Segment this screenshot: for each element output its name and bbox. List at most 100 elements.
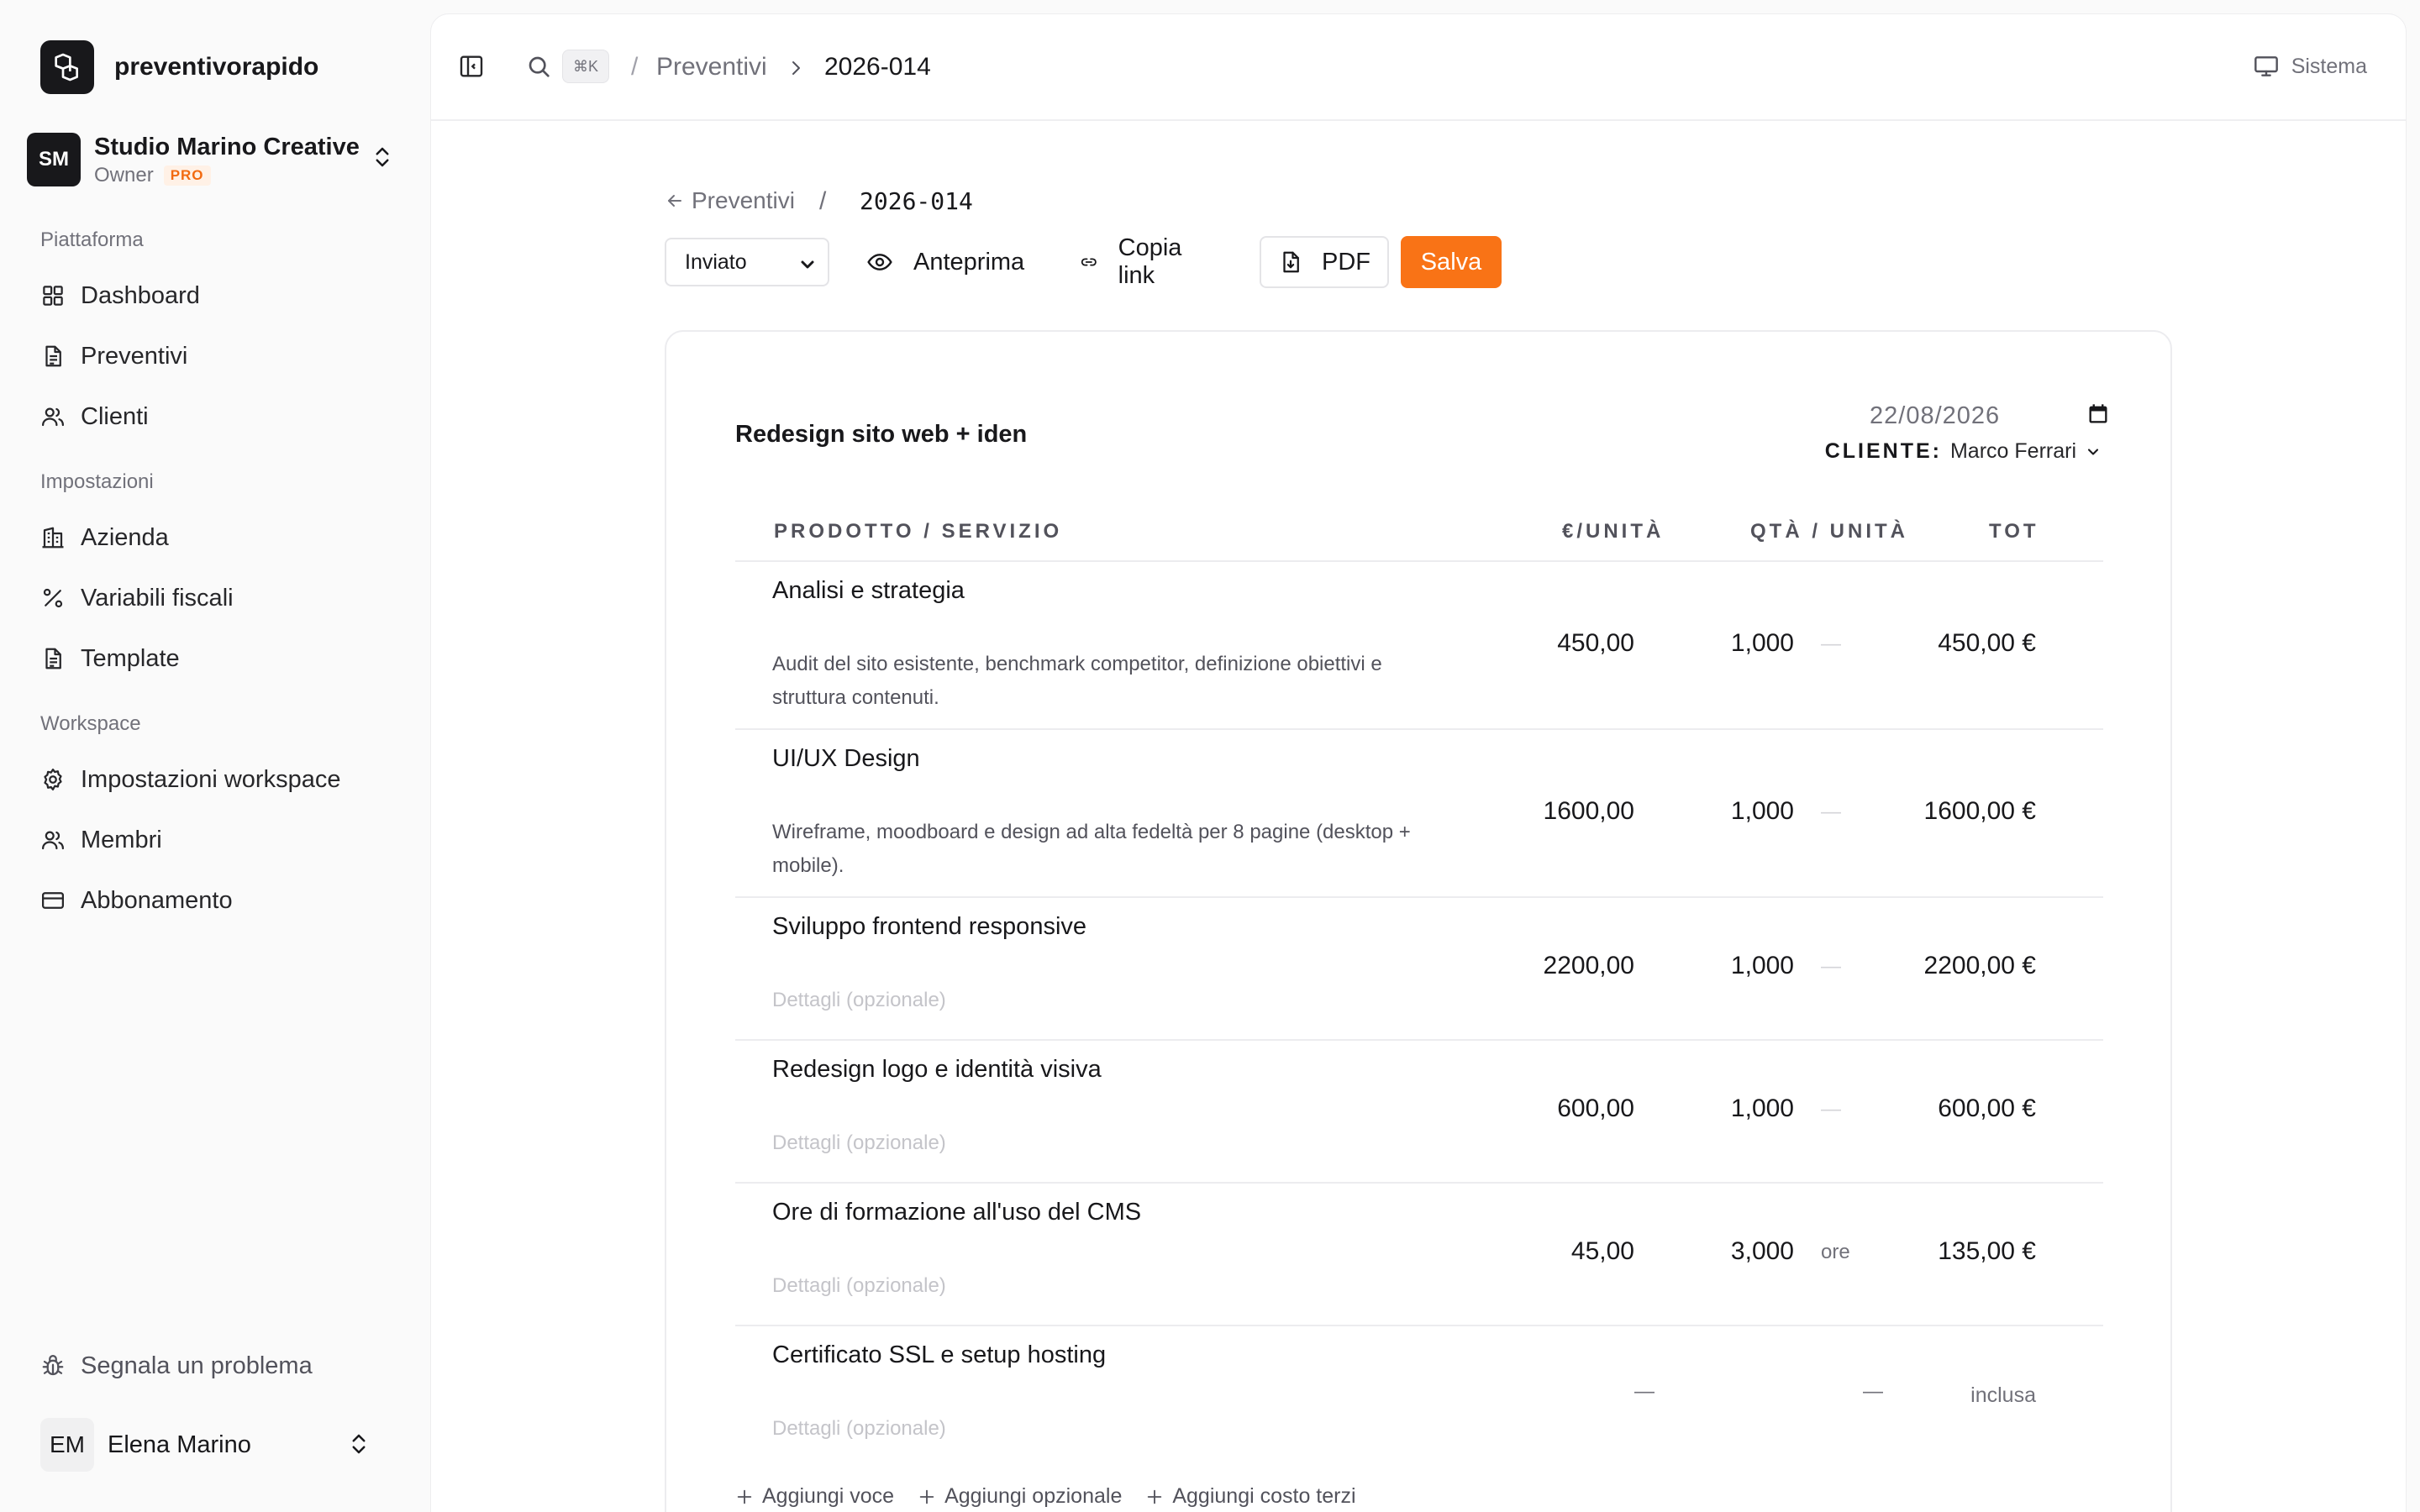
- users-icon: [42, 407, 64, 427]
- item-unit-input[interactable]: —: [1821, 801, 1841, 824]
- user-avatar: EM: [40, 1418, 94, 1472]
- sidebar-toggle-icon[interactable]: [458, 53, 485, 80]
- column-header-total: TOT: [1989, 520, 2039, 543]
- search-shortcut: ⌘K: [562, 50, 610, 83]
- table-row: Analisi e strategia Audit del sito esist…: [735, 562, 2103, 730]
- sidebar-item-label: Dashboard: [81, 281, 200, 309]
- sidebar-item-membri[interactable]: Membri: [27, 815, 405, 865]
- grid-icon: [43, 286, 63, 306]
- add-third-party-cost-button[interactable]: Aggiungi costo terzi: [1145, 1484, 1356, 1509]
- breadcrumb-separator: /: [631, 53, 639, 81]
- sidebar-item-label: Membri: [81, 826, 162, 853]
- building-icon: [42, 527, 64, 549]
- breadcrumb-preventivi[interactable]: Preventivi: [656, 53, 767, 81]
- item-description-input[interactable]: Audit del sito esistente, benchmark comp…: [772, 648, 1461, 715]
- back-link-label: Preventivi: [692, 187, 795, 213]
- item-name-input[interactable]: Ore di formazione all'uso del CMS: [772, 1199, 1141, 1226]
- item-name-input[interactable]: Analisi e strategia: [772, 577, 965, 605]
- back-link[interactable]: Preventivi: [665, 187, 795, 214]
- breadcrumb-current: 2026-014: [824, 53, 931, 81]
- document-icon: [45, 345, 61, 367]
- item-price-placeholder: —: [1634, 1380, 1655, 1403]
- item-qty-input[interactable]: 1,000: [1731, 797, 1794, 826]
- item-unit-input[interactable]: —: [1821, 633, 1841, 656]
- brand[interactable]: preventivorapido: [40, 40, 318, 94]
- org-avatar: SM: [27, 133, 81, 186]
- item-qty-input[interactable]: 3,000: [1731, 1237, 1794, 1266]
- item-qty-input[interactable]: 1,000: [1731, 629, 1794, 658]
- item-qty-placeholder: —: [1863, 1380, 1883, 1403]
- add-item-label: Aggiungi voce: [762, 1484, 895, 1508]
- plus-icon: [1148, 1489, 1162, 1504]
- quote-title-input[interactable]: Redesign sito web + iden: [735, 421, 1027, 449]
- item-price-input[interactable]: 2200,00: [1544, 952, 1634, 980]
- report-problem-label: Segnala un problema: [81, 1352, 313, 1379]
- calendar-icon[interactable]: [2086, 402, 2110, 426]
- monitor-icon: [2254, 56, 2278, 76]
- sidebar-item-azienda[interactable]: Azienda: [27, 512, 405, 563]
- quote-date-input[interactable]: 22/08/2026: [1870, 402, 2000, 430]
- status-select[interactable]: Inviato: [665, 238, 829, 286]
- item-name-input[interactable]: Sviluppo frontend responsive: [772, 913, 1086, 941]
- bug-icon: [42, 1355, 64, 1376]
- item-description-input[interactable]: Dettagli (opzionale): [772, 1126, 1461, 1160]
- item-price-input[interactable]: 1600,00: [1544, 797, 1634, 826]
- pdf-button[interactable]: PDF: [1260, 236, 1389, 288]
- sidebar-item-label: Abbonamento: [81, 886, 233, 914]
- preview-button[interactable]: Anteprima: [866, 236, 1024, 288]
- item-unit-input[interactable]: —: [1821, 1098, 1841, 1121]
- item-description-input[interactable]: Wireframe, moodboard e design ad alta fe…: [772, 816, 1461, 883]
- file-download-icon: [1283, 251, 1299, 273]
- sidebar-item-impostazioni-workspace[interactable]: Impostazioni workspace: [27, 754, 405, 805]
- brand-logo-icon: [40, 40, 94, 94]
- table-row: UI/UX Design Wireframe, moodboard e desi…: [735, 730, 2103, 898]
- sidebar-item-preventivi[interactable]: Preventivi: [27, 331, 405, 381]
- table-row: Sviluppo frontend responsive Dettagli (o…: [735, 898, 2103, 1041]
- add-actions: Aggiungi voce Aggiungi opzionale Aggiung…: [735, 1484, 1380, 1509]
- item-name-input[interactable]: UI/UX Design: [772, 745, 920, 773]
- search-icon[interactable]: [525, 53, 552, 80]
- add-optional-button[interactable]: Aggiungi opzionale: [918, 1484, 1122, 1509]
- item-name-input[interactable]: Certificato SSL e setup hosting: [772, 1341, 1106, 1369]
- copy-link-button[interactable]: Copia link: [1080, 234, 1191, 289]
- item-description-input[interactable]: Dettagli (opzionale): [772, 1269, 1461, 1303]
- sidebar-item-dashboard[interactable]: Dashboard: [27, 270, 405, 321]
- sidebar-item-label: Impostazioni workspace: [81, 765, 341, 793]
- item-qty-input[interactable]: 1,000: [1731, 952, 1794, 980]
- chevron-right-icon: [792, 61, 800, 75]
- column-header-unit-price: €/UNITÀ: [1562, 520, 1665, 543]
- add-item-button[interactable]: Aggiungi voce: [735, 1484, 894, 1509]
- sidebar-item-abbonamento[interactable]: Abbonamento: [27, 875, 405, 926]
- sidebar-item-template[interactable]: Template: [27, 633, 405, 684]
- item-unit-input[interactable]: —: [1821, 955, 1841, 979]
- client-label: CLIENTE:: [1824, 439, 1942, 463]
- item-price-input[interactable]: 600,00: [1557, 1095, 1634, 1123]
- users-icon: [42, 831, 64, 850]
- client-select[interactable]: CLIENTE: Marco Ferrari: [1825, 439, 2102, 464]
- item-name-input[interactable]: Redesign logo e identità visiva: [772, 1056, 1102, 1084]
- percent-icon: [43, 588, 63, 608]
- document-icon: [45, 648, 61, 669]
- item-description-input[interactable]: Dettagli (opzionale): [772, 984, 1461, 1017]
- item-qty-input[interactable]: 1,000: [1731, 1095, 1794, 1123]
- sidebar-item-clienti[interactable]: Clienti: [27, 391, 405, 442]
- plan-badge: PRO: [163, 165, 211, 186]
- item-price-input[interactable]: 45,00: [1571, 1237, 1634, 1266]
- column-header-product: PRODOTTO / SERVIZIO: [774, 520, 1063, 543]
- nav-group-label: Piattaforma: [40, 228, 144, 251]
- sidebar-item-label: Clienti: [81, 402, 149, 430]
- item-unit-input[interactable]: ore: [1821, 1241, 1850, 1264]
- sidebar-item-variabili-fiscali[interactable]: Variabili fiscali: [27, 573, 405, 623]
- save-button[interactable]: Salva: [1401, 236, 1502, 288]
- user-menu[interactable]: EM Elena Marino: [27, 1415, 405, 1475]
- org-switcher[interactable]: SM Studio Marino Creative Owner PRO: [27, 129, 405, 190]
- column-header-qty: QTÀ / UNITÀ: [1750, 520, 1908, 543]
- item-description-input[interactable]: Dettagli (opzionale): [772, 1412, 1461, 1446]
- item-price-input[interactable]: 450,00: [1557, 629, 1634, 658]
- nav-group-label: Impostazioni: [40, 470, 154, 493]
- sidebar-item-label: Template: [81, 644, 180, 672]
- theme-switch[interactable]: Sistema: [2253, 53, 2367, 80]
- chevron-up-down-icon: [376, 147, 389, 167]
- report-problem-link[interactable]: Segnala un problema: [27, 1341, 405, 1391]
- quote-number: 2026-014: [860, 187, 973, 215]
